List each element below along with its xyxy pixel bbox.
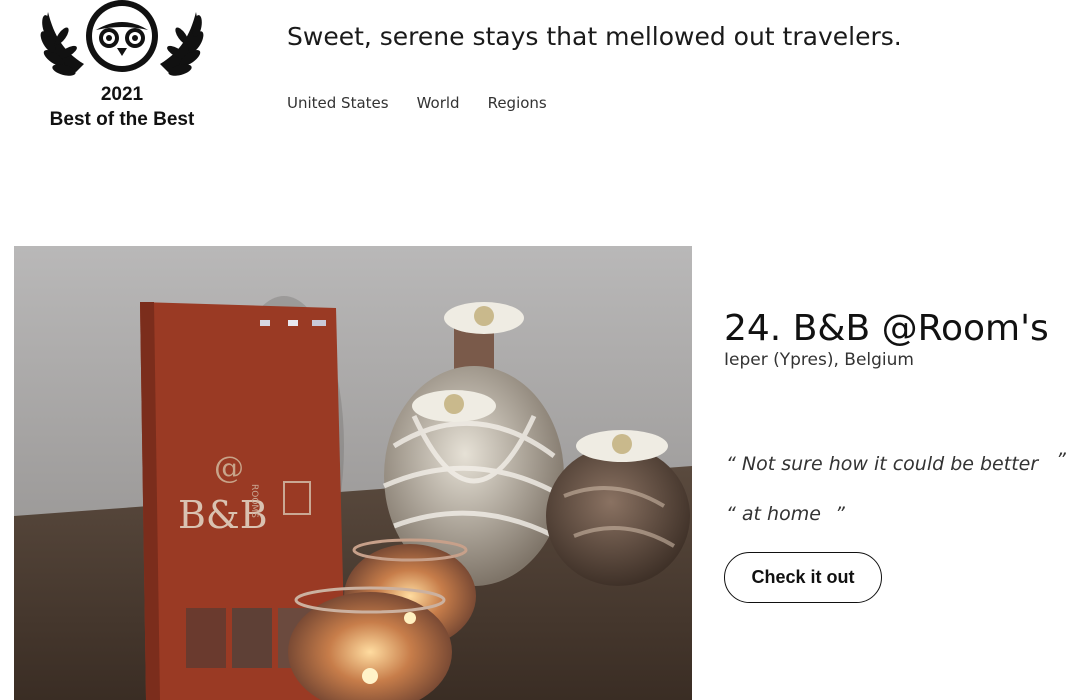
listing-photo[interactable]: @ B&B ROOMS	[14, 246, 692, 700]
review-quote-2: “ at home ”	[726, 503, 845, 525]
menu-at-sign: @	[214, 451, 244, 486]
page-subtitle: Sweet, serene stays that mellowed out tr…	[287, 22, 902, 51]
review-quote-1: “ Not sure how it could be better ”	[726, 449, 1066, 475]
close-quote-mark: ”	[834, 503, 845, 525]
badge-label: Best of the Best	[49, 109, 195, 130]
menu-rooms-text: ROOMS	[249, 484, 259, 518]
region-tabs: United States World Regions	[287, 94, 575, 112]
listing-photo-illustration: @ B&B ROOMS	[14, 246, 692, 700]
open-quote-mark: “	[726, 453, 736, 475]
open-quote-mark: “	[726, 503, 736, 525]
best-of-the-best-badge: 2021 Best of the Best	[24, 0, 220, 140]
tripadvisor-owl-laurel-icon	[40, 0, 204, 76]
badge-year: 2021	[100, 84, 144, 105]
review-quote-text: Not sure how it could be better	[741, 453, 1039, 475]
tab-united-states[interactable]: United States	[287, 94, 389, 112]
tab-regions[interactable]: Regions	[488, 94, 547, 112]
review-quote-text: at home	[741, 503, 821, 525]
page-heading-cropped	[286, 0, 1006, 6]
check-it-out-button[interactable]: Check it out	[724, 552, 882, 603]
cropped-heading-glyphs	[286, 0, 1006, 6]
listing-title[interactable]: 24. B&B @Room's	[724, 308, 1049, 349]
tab-world[interactable]: World	[417, 94, 460, 112]
listing-location: Ieper (Ypres), Belgium	[724, 350, 914, 370]
close-quote-mark: ”	[1056, 449, 1066, 471]
